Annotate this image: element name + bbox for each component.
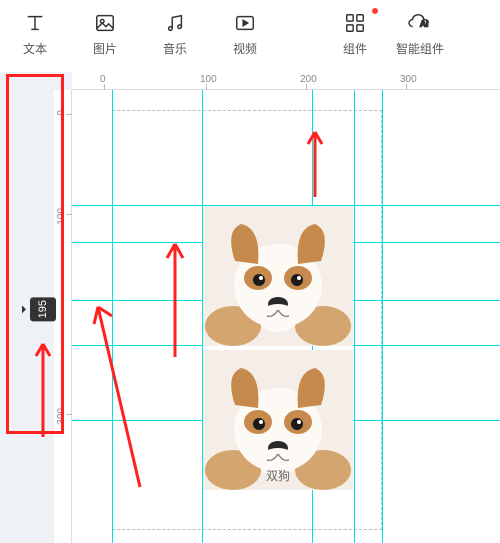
video-icon (232, 10, 258, 36)
toolbar: 文本 图片 音乐 视频 组件 AI 智能组件 (0, 0, 500, 65)
ruler-mark: 200 (300, 74, 317, 85)
design-workspace: 0 100 200 300 0 100 300 (0, 72, 500, 543)
video-tool-button[interactable]: 视频 (210, 10, 280, 57)
canvas-image[interactable]: 双狗 (203, 350, 353, 490)
image-tool-button[interactable]: 图片 (70, 10, 140, 57)
guideline-vertical[interactable] (382, 90, 383, 543)
annotation-arrow-icon (28, 332, 58, 442)
image-tool-label: 图片 (93, 40, 117, 57)
annotation-arrow-icon (80, 292, 160, 492)
horizontal-ruler[interactable]: 0 100 200 300 (72, 72, 500, 90)
new-indicator-dot (372, 8, 378, 14)
annotation-arrow-icon (300, 122, 330, 202)
ai-icon: AI (407, 10, 433, 36)
component-tool-label: 组件 (343, 40, 367, 57)
svg-text:AI: AI (420, 20, 428, 29)
canvas-image[interactable] (203, 206, 353, 346)
ruler-mark: 300 (400, 74, 417, 85)
music-tool-button[interactable]: 音乐 (140, 10, 210, 57)
component-tool-button[interactable]: 组件 (320, 10, 390, 57)
text-tool-button[interactable]: 文本 (0, 10, 70, 57)
ruler-mark: 100 (200, 74, 217, 85)
component-icon (342, 10, 368, 36)
video-tool-label: 视频 (233, 40, 257, 57)
ruler-position-marker: 195 (30, 297, 56, 321)
image-icon (92, 10, 118, 36)
ai-component-tool-label: 智能组件 (396, 40, 444, 57)
annotation-arrow-icon (155, 232, 195, 362)
music-icon (162, 10, 188, 36)
image-caption: 双狗 (266, 467, 290, 484)
dog-illustration (203, 206, 353, 346)
text-tool-label: 文本 (23, 40, 47, 57)
guideline-vertical[interactable] (354, 90, 355, 543)
music-tool-label: 音乐 (163, 40, 187, 57)
text-icon (22, 10, 48, 36)
ai-component-tool-button[interactable]: AI 智能组件 (390, 10, 450, 57)
